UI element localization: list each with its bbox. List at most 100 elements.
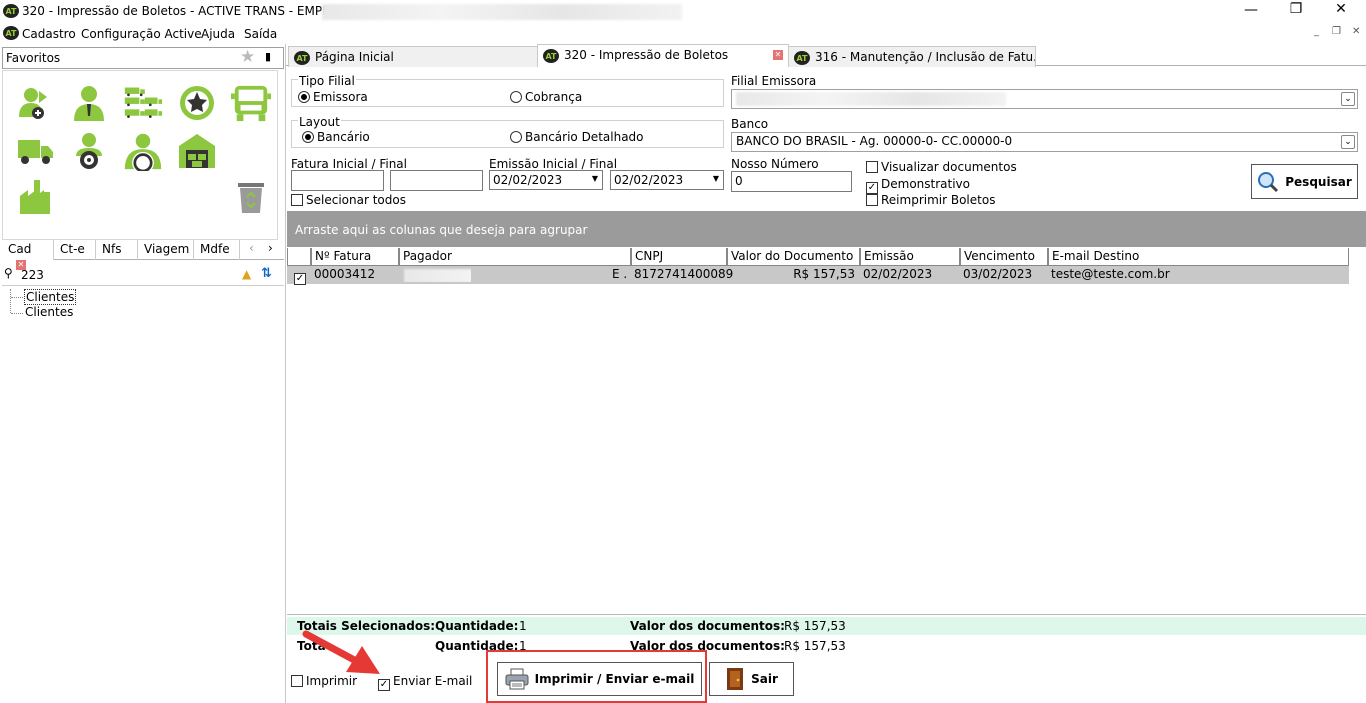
add-user-icon[interactable] — [15, 83, 55, 123]
pesquisar-button[interactable]: Pesquisar — [1251, 164, 1358, 199]
chk-reimprimir-box[interactable] — [866, 194, 878, 206]
radio-bancario-detalhado[interactable]: Bancário Detalhado — [510, 130, 644, 144]
redacted-filial — [736, 92, 1006, 106]
menu-configuracao[interactable]: Configuração Active — [81, 27, 202, 41]
tree-item-clientes-selected[interactable]: Clientes — [24, 289, 77, 305]
tab-pagina-inicial[interactable]: AT Página Inicial — [288, 46, 538, 67]
menu-cadastro[interactable]: Cadastro — [22, 27, 76, 41]
redacted-pagador — [401, 268, 471, 282]
chk-imprimir[interactable]: Imprimir — [291, 674, 357, 688]
table-row[interactable]: ✓ 00003412 E . 8172741400089 R$ 157,53 0… — [287, 266, 1349, 285]
calendar-dropdown-icon[interactable]: ▼ — [713, 174, 719, 183]
tab-manutencao-faturas[interactable]: AT 316 - Manutenção / Inclusão de Fatu..… — [788, 46, 1036, 67]
imprimir-enviar-button[interactable]: Imprimir / Enviar e-mail — [497, 662, 702, 696]
chk-demonstrativo[interactable]: ✓ Demonstrativo — [866, 177, 970, 194]
chevron-down-icon[interactable]: ⌄ — [1341, 92, 1355, 106]
row-check-box[interactable]: ✓ — [294, 273, 306, 285]
tab-viagem-label: Viagem — [144, 242, 190, 256]
fatura-inicial-input[interactable] — [291, 170, 384, 191]
radio-cobranca[interactable]: Cobrança — [510, 90, 582, 104]
minimize-icon[interactable]: — — [1228, 2, 1274, 18]
header-valor[interactable]: Valor do Documento — [727, 248, 860, 266]
chk-visualizar[interactable]: Visualizar documentos — [866, 160, 1017, 174]
filial-emissora-label: Filial Emissora — [731, 74, 817, 88]
close-icon[interactable]: ✕ — [1318, 1, 1364, 17]
factory-icon[interactable] — [15, 177, 55, 217]
chk-imprimir-box[interactable] — [291, 675, 303, 687]
menu-ajuda[interactable]: Ajuda — [201, 27, 235, 41]
cell-emissao: 02/02/2023 — [863, 267, 933, 281]
trucks-fleet-icon[interactable] — [123, 83, 163, 123]
tree-search-input[interactable]: 223 — [21, 268, 44, 282]
close-tab-icon[interactable]: ✕ — [773, 50, 783, 60]
tab-mdfe[interactable]: Mdfe — [194, 240, 240, 260]
driver-large-icon[interactable] — [123, 131, 163, 171]
nosso-numero-input[interactable]: 0 — [731, 171, 852, 192]
radio-bancario[interactable]: Bancário — [302, 130, 370, 144]
chk-reimprimir[interactable]: Reimprimir Boletos — [866, 193, 995, 207]
favoritos-box[interactable]: Favoritos ★ ▮ — [2, 47, 284, 69]
header-fatura[interactable]: Nº Fatura — [311, 248, 399, 266]
person-icon[interactable] — [69, 83, 109, 123]
sair-button[interactable]: Sair — [709, 662, 794, 696]
nosso-numero-value: 0 — [735, 174, 743, 188]
imprimir-label: Imprimir — [306, 674, 358, 688]
valor-label: Valor dos documentos: — [630, 619, 785, 633]
restore-icon[interactable]: ❐ — [1273, 1, 1319, 17]
header-pagador[interactable]: Pagador — [399, 248, 631, 266]
tab-nfs[interactable]: Nfs — [96, 240, 138, 260]
header-email[interactable]: E-mail Destino — [1048, 248, 1349, 266]
tab-impressao-boletos[interactable]: AT 320 - Impressão de Boletos ✕ — [537, 44, 789, 67]
mdi-close-icon[interactable]: ✕ — [1352, 26, 1360, 37]
sort-icon[interactable]: ⇅ — [261, 266, 272, 281]
radio-cobranca-dot[interactable] — [510, 91, 522, 103]
chk-reimprimir-label: Reimprimir Boletos — [881, 193, 996, 207]
calendar-dropdown-icon[interactable]: ▼ — [592, 174, 598, 183]
emissao-final-input[interactable]: 02/02/2023 ▼ — [610, 170, 724, 190]
tab-cad[interactable]: Cad ✕ — [2, 240, 54, 270]
chevron-down-icon[interactable]: ⌄ — [1341, 135, 1355, 149]
tab-cte[interactable]: Ct-e — [54, 240, 96, 260]
delivery-truck-icon[interactable] — [15, 131, 55, 171]
chk-selecionar-todos[interactable]: Selecionar todos — [291, 193, 406, 207]
chk-selecionar-todos-box[interactable] — [291, 194, 303, 206]
chk-demonstrativo-label: Demonstrativo — [881, 177, 970, 191]
group-by-area[interactable]: Arraste aqui as colunas que deseja para … — [287, 211, 1366, 247]
header-select[interactable] — [287, 248, 311, 266]
row-checkbox[interactable]: ✓ — [291, 267, 312, 285]
fatura-final-input[interactable] — [390, 170, 483, 191]
banco-select[interactable]: BANCO DO BRASIL - Ag. 00000-0- CC.00000-… — [731, 132, 1358, 152]
nosso-numero-label: Nosso Número — [731, 157, 819, 171]
steering-wheel-star-icon[interactable] — [177, 83, 217, 123]
header-vencimento[interactable]: Vencimento — [960, 248, 1048, 266]
radio-bancario-dot[interactable] — [302, 131, 314, 143]
emissao-inicial-input[interactable]: 02/02/2023 ▼ — [489, 170, 603, 190]
clear-filter-icon[interactable]: ▲ — [242, 267, 251, 281]
chk-visualizar-box[interactable] — [866, 161, 878, 173]
header-cnpj[interactable]: CNPJ — [631, 248, 727, 266]
pin-icon[interactable]: ▮ — [265, 50, 271, 63]
chk-enviar-email-box[interactable]: ✓ — [378, 679, 390, 691]
header-emissao[interactable]: Emissão — [860, 248, 960, 266]
tab-viagem[interactable]: Viagem — [138, 240, 194, 260]
cell-cnpj: 8172741400089 — [634, 267, 734, 281]
tree-item-clientes[interactable]: Clientes — [25, 305, 73, 319]
qtd-selected-value: 1 — [519, 619, 527, 633]
driver-icon[interactable] — [69, 131, 109, 171]
menu-saida[interactable]: Saída — [244, 27, 277, 41]
radio-emissora-label: Emissora — [313, 90, 368, 104]
emissao-label: Emissão Inicial / Final — [489, 157, 618, 171]
chevron-right-icon[interactable]: › — [268, 241, 273, 255]
star-icon[interactable]: ★ — [240, 47, 255, 67]
warehouse-icon[interactable] — [177, 131, 217, 171]
chevron-left-icon[interactable]: ‹ — [249, 241, 254, 255]
chk-enviar-email[interactable]: ✓ Enviar E-mail — [378, 674, 472, 691]
recycle-bin-icon[interactable] — [231, 177, 271, 217]
radio-bancario-detalhado-dot[interactable] — [510, 131, 522, 143]
radio-emissora[interactable]: Emissora — [298, 90, 368, 104]
mdi-minimize-icon[interactable]: _ — [1314, 26, 1319, 37]
filial-emissora-select[interactable]: ⌄ — [731, 89, 1358, 109]
truck-front-icon[interactable] — [231, 83, 271, 123]
mdi-restore-icon[interactable]: ❐ — [1332, 26, 1341, 37]
radio-emissora-dot[interactable] — [298, 91, 310, 103]
